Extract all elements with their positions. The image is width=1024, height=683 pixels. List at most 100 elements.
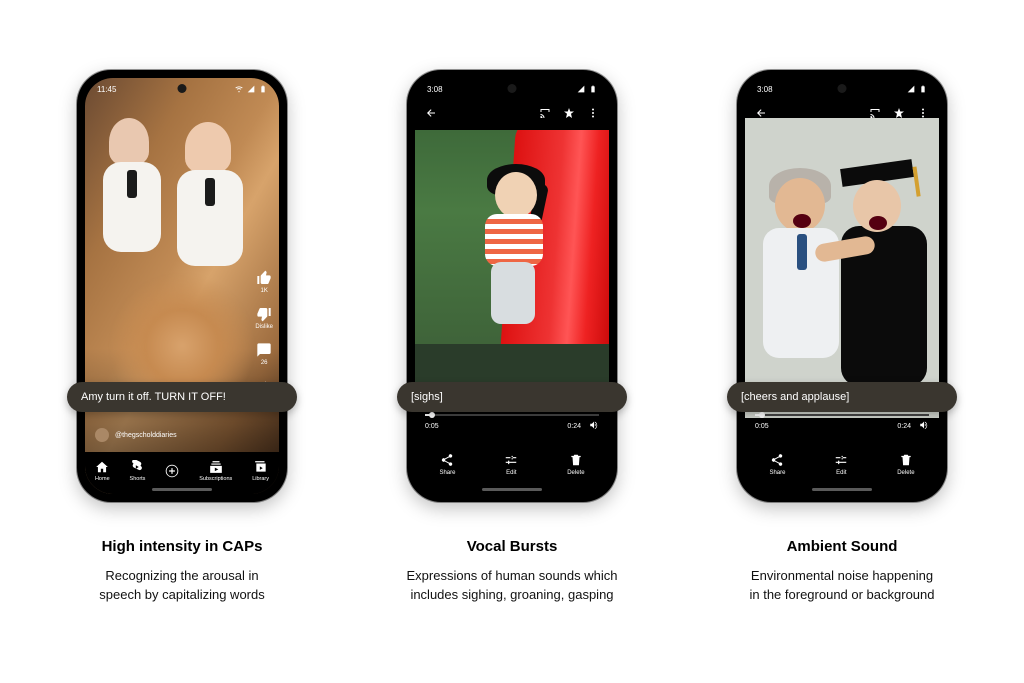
player-top-bar <box>745 100 939 130</box>
thumbs-down-icon <box>256 306 272 322</box>
nav-subs-label: Subscriptions <box>199 476 232 482</box>
more-vert-icon <box>587 107 599 119</box>
nav-shorts-label: Shorts <box>130 476 146 482</box>
plus-circle-icon <box>165 464 179 478</box>
player-actions: Share Edit Delete <box>415 444 609 484</box>
trash-icon <box>569 453 583 467</box>
shorts-icon <box>130 460 144 474</box>
signal-icon <box>577 85 585 93</box>
cast-icon <box>539 107 551 119</box>
volume-button[interactable] <box>919 420 929 432</box>
share-icon <box>440 453 454 467</box>
caption-text: Amy turn it off. TURN IT OFF! <box>81 391 226 403</box>
desc-vocal: Expressions of human sounds which includ… <box>406 567 617 605</box>
edit-button[interactable]: Edit <box>834 453 848 476</box>
arrow-left-icon <box>755 107 767 119</box>
nav-library-label: Library <box>252 476 269 482</box>
nav-home-label: Home <box>95 476 110 482</box>
cast-button[interactable] <box>869 106 881 124</box>
back-button[interactable] <box>425 106 437 124</box>
volume-button[interactable] <box>589 420 599 432</box>
sliders-icon <box>834 453 848 467</box>
progress-bar[interactable]: 0:05 0:24 <box>425 414 599 432</box>
caption-text: [cheers and applause] <box>741 391 849 403</box>
favorite-button[interactable] <box>563 106 575 124</box>
column-caps: 11:45 <box>52 70 312 605</box>
more-button[interactable] <box>587 106 599 124</box>
nav-home[interactable]: Home <box>95 460 110 482</box>
nav-shorts[interactable]: Shorts <box>130 460 146 482</box>
arrow-left-icon <box>425 107 437 119</box>
volume-icon <box>919 420 929 430</box>
camera-notch <box>178 84 187 93</box>
share-button[interactable]: Share <box>439 453 455 476</box>
share-button[interactable]: Share <box>769 453 785 476</box>
column-ambient: 3:08 <box>712 70 972 605</box>
more-vert-icon <box>917 107 929 119</box>
channel-handle: @thegscholddiaries <box>115 432 177 439</box>
avatar <box>95 428 109 442</box>
delete-label: Delete <box>897 470 914 476</box>
caption-pill-2: [sighs] <box>397 382 627 412</box>
player-top-bar <box>415 100 609 130</box>
heading-ambient: Ambient Sound <box>787 538 898 555</box>
player-actions: Share Edit Delete <box>745 444 939 484</box>
column-vocal: 3:08 <box>382 70 642 605</box>
nav-subscriptions[interactable]: Subscriptions <box>199 460 232 482</box>
back-button[interactable] <box>755 106 767 124</box>
dislike-button[interactable]: Dislike <box>255 306 273 330</box>
caption-pill-3: [cheers and applause] <box>727 382 957 412</box>
phone-frame-2: 3:08 <box>407 70 617 502</box>
phone-frame-3: 3:08 <box>737 70 947 502</box>
battery-icon <box>589 85 597 93</box>
volume-icon <box>589 420 599 430</box>
comments-button[interactable]: 26 <box>256 342 272 366</box>
share-label: Share <box>439 470 455 476</box>
battery-icon <box>919 85 927 93</box>
time-elapsed: 0:05 <box>425 423 439 430</box>
cast-button[interactable] <box>539 106 551 124</box>
like-button[interactable]: 1K <box>256 270 272 294</box>
progress-bar[interactable]: 0:05 0:24 <box>755 414 929 432</box>
wifi-icon <box>235 85 243 93</box>
like-count: 1K <box>260 288 267 294</box>
video-frame[interactable] <box>415 130 609 400</box>
signal-icon <box>907 85 915 93</box>
delete-label: Delete <box>567 470 584 476</box>
comment-icon <box>256 342 272 358</box>
library-icon <box>254 460 268 474</box>
delete-button[interactable]: Delete <box>567 453 584 476</box>
time-elapsed: 0:05 <box>755 423 769 430</box>
edit-label: Edit <box>506 470 516 476</box>
caption-pill-1: Amy turn it off. TURN IT OFF! <box>67 382 297 412</box>
share-label: Share <box>769 470 785 476</box>
camera-notch <box>508 84 517 93</box>
status-time: 11:45 <box>97 85 116 94</box>
subscriptions-icon <box>209 460 223 474</box>
delete-button[interactable]: Delete <box>897 453 914 476</box>
battery-icon <box>259 85 267 93</box>
home-indicator <box>152 488 212 491</box>
camera-notch <box>838 84 847 93</box>
desc-caps: Recognizing the arousal in speech by cap… <box>99 567 264 605</box>
heading-vocal: Vocal Bursts <box>467 538 558 555</box>
video-frame[interactable] <box>745 118 939 418</box>
comment-count: 26 <box>261 360 268 366</box>
star-icon <box>893 107 905 119</box>
more-button[interactable] <box>917 106 929 124</box>
home-indicator <box>482 488 542 491</box>
nav-create[interactable] <box>165 464 179 478</box>
edit-button[interactable]: Edit <box>504 453 518 476</box>
nav-library[interactable]: Library <box>252 460 269 482</box>
dislike-label: Dislike <box>255 324 273 330</box>
channel-row[interactable]: @thegscholddiaries <box>95 428 177 442</box>
status-time: 3:08 <box>757 85 773 94</box>
favorite-button[interactable] <box>893 106 905 124</box>
sliders-icon <box>504 453 518 467</box>
share-icon <box>770 453 784 467</box>
edit-label: Edit <box>836 470 846 476</box>
status-time: 3:08 <box>427 85 443 94</box>
caption-text: [sighs] <box>411 391 443 403</box>
trash-icon <box>899 453 913 467</box>
time-total: 0:24 <box>567 423 581 430</box>
